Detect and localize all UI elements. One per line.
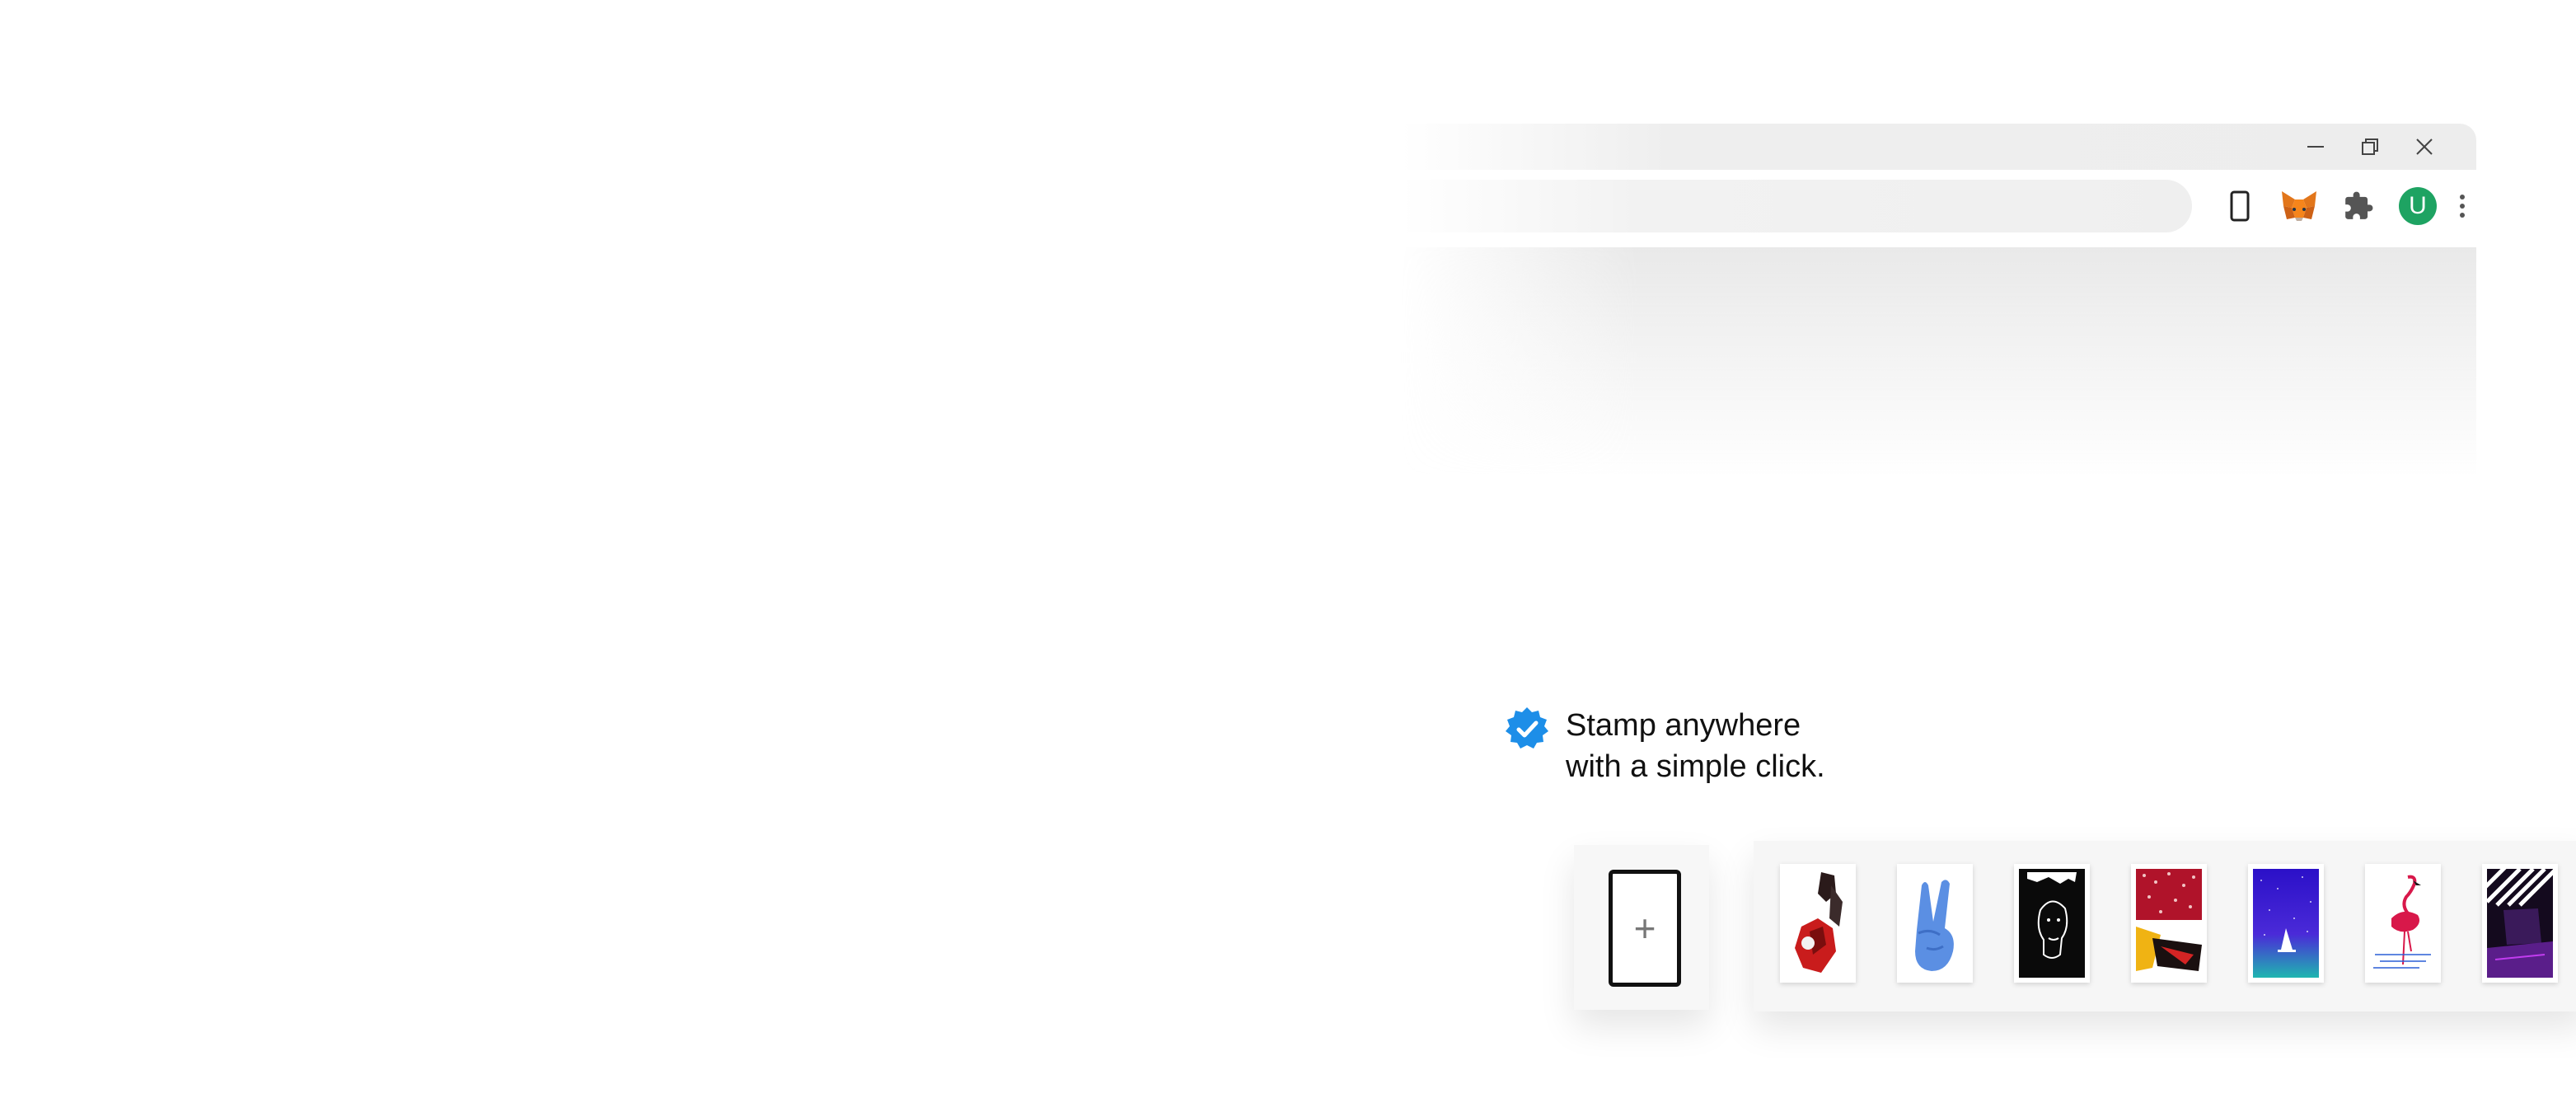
close-icon [2416, 138, 2433, 155]
profile-avatar: U [2399, 187, 2437, 225]
purple-starry-sailboat-stamp[interactable] [2248, 864, 2324, 983]
minimize-button[interactable] [2299, 130, 2332, 163]
purple-starry-sailboat-stamp-art [2253, 869, 2319, 978]
page-content-area [1401, 247, 2476, 478]
caption-text: Stamp anywhere with a simple click. [1566, 705, 1912, 787]
pink-flamingo-stamp-art [2370, 869, 2436, 978]
add-stamp-button[interactable]: + [1609, 870, 1681, 987]
kebab-menu-icon [2460, 195, 2465, 218]
red-yellow-abstract-stamp-art [2136, 869, 2202, 978]
plus-icon: + [1633, 907, 1656, 950]
red-figure-stamp[interactable] [1780, 864, 1856, 983]
restore-icon [2362, 138, 2378, 155]
red-figure-stamp-art [1785, 869, 1851, 978]
puzzle-icon [2345, 191, 2373, 219]
phone-extension-button[interactable] [2218, 185, 2261, 228]
metamask-extension-button[interactable] [2278, 185, 2321, 228]
caption-line-1: Stamp anywhere [1566, 708, 1801, 743]
feature-caption: Stamp anywhere with a simple click. [1505, 705, 1912, 787]
striped-purple-stamp-art [2487, 869, 2553, 978]
address-bar[interactable] [1401, 180, 2192, 232]
verified-check-badge-icon [1506, 707, 1548, 749]
minimize-icon [2307, 146, 2324, 148]
add-stamp-panel: + [1574, 845, 1709, 1010]
striped-purple-stamp[interactable] [2482, 864, 2558, 983]
black-face-sketch-stamp[interactable] [2014, 864, 2090, 983]
title-bar [1401, 124, 2476, 170]
phone-frame-icon [2230, 190, 2250, 222]
browser-window: U [1401, 124, 2476, 478]
profile-button[interactable]: U [2396, 185, 2439, 228]
browser-toolbar: U [1401, 170, 2476, 247]
black-face-sketch-stamp-art [2019, 869, 2085, 978]
extensions-button[interactable] [2337, 185, 2380, 228]
peace-hand-stamp-art [1902, 869, 1968, 978]
restore-button[interactable] [2354, 130, 2386, 163]
stamp-collection-strip [1754, 841, 2576, 1011]
red-yellow-abstract-stamp[interactable] [2131, 864, 2207, 983]
pink-flamingo-stamp[interactable] [2365, 864, 2441, 983]
close-button[interactable] [2408, 130, 2441, 163]
peace-hand-stamp[interactable] [1897, 864, 1973, 983]
caption-line-2: with a simple click. [1566, 749, 1825, 784]
metamask-fox-icon [2282, 191, 2316, 221]
browser-menu-button[interactable] [2446, 185, 2479, 228]
